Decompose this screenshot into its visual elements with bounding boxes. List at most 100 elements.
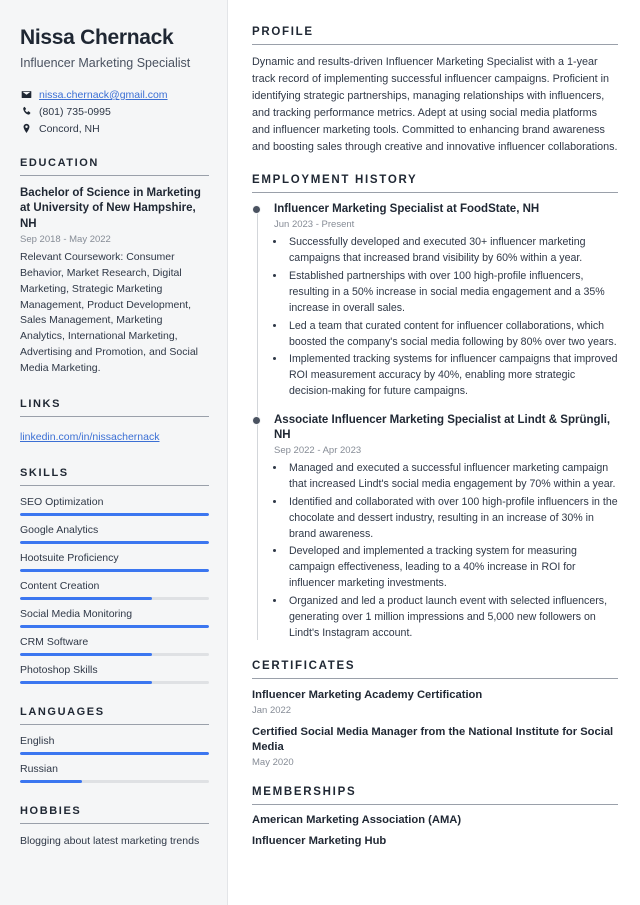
languages-list: English Russian bbox=[20, 725, 209, 784]
employment-bullet: Organized and led a product launch event… bbox=[286, 594, 618, 642]
section-employment-history: EMPLOYMENT HISTORY Influencer Marketing … bbox=[252, 174, 618, 642]
contact-phone: (801) 735-0995 bbox=[20, 106, 209, 118]
membership-item: American Marketing Association (AMA) bbox=[252, 814, 462, 827]
language-item: Russian bbox=[20, 763, 209, 784]
language-meter-fill bbox=[20, 780, 83, 784]
skill-meter-track bbox=[20, 513, 209, 517]
section-memberships: MEMBERSHIPS American Marketing Associati… bbox=[252, 786, 618, 847]
contact-email[interactable]: nissa.chernack@gmail.com bbox=[20, 89, 209, 101]
contact-list: nissa.chernack@gmail.com (801) 735-0995 … bbox=[20, 89, 209, 135]
candidate-name: Nissa Chernack bbox=[20, 26, 174, 49]
skill-label: CRM Software bbox=[20, 636, 89, 649]
skill-item: Content Creation bbox=[20, 580, 209, 601]
location-value: Concord, NH bbox=[39, 122, 100, 135]
timeline-dot-icon bbox=[252, 416, 261, 426]
certificate-title: Certified Social Media Manager from the … bbox=[252, 725, 614, 754]
skill-meter-fill bbox=[20, 653, 153, 657]
section-links: LINKS linkedin.com/in/nissachernack bbox=[20, 398, 209, 445]
skill-meter-fill bbox=[20, 681, 153, 685]
phone-value: (801) 735-0995 bbox=[39, 105, 111, 118]
section-heading-memberships: MEMBERSHIPS bbox=[252, 786, 357, 799]
section-heading-languages: LANGUAGES bbox=[20, 706, 105, 719]
main-column: PROFILE Dynamic and results-driven Influ… bbox=[228, 0, 640, 905]
skill-meter-track bbox=[20, 541, 209, 545]
skill-meter-fill bbox=[20, 569, 209, 573]
timeline-dot-icon bbox=[252, 205, 261, 215]
skill-item: Photoshop Skills bbox=[20, 664, 209, 685]
skill-item: CRM Software bbox=[20, 636, 209, 657]
profile-text: Dynamic and results-driven Influencer Ma… bbox=[252, 56, 618, 154]
certificate-date: May 2020 bbox=[252, 757, 294, 769]
resume-page: Nissa Chernack Influencer Marketing Spec… bbox=[0, 0, 640, 905]
skill-meter-fill bbox=[20, 513, 209, 517]
skill-label: Content Creation bbox=[20, 580, 100, 593]
section-languages: LANGUAGES English Russian bbox=[20, 706, 209, 784]
language-meter-fill bbox=[20, 752, 209, 756]
employment-item: Influencer Marketing Specialist at FoodS… bbox=[252, 202, 618, 400]
language-item: English bbox=[20, 735, 209, 756]
section-heading-education: EDUCATION bbox=[20, 156, 99, 169]
employment-bullet: Successfully developed and executed 30+ … bbox=[286, 235, 618, 267]
employment-role: Influencer Marketing Specialist at FoodS… bbox=[274, 203, 540, 216]
section-heading-profile: PROFILE bbox=[252, 26, 314, 38]
skill-meter-track bbox=[20, 625, 209, 629]
employment-bullet: Managed and executed a successful influe… bbox=[286, 461, 618, 493]
membership-item: Influencer Marketing Hub bbox=[252, 835, 387, 848]
candidate-job-title: Influencer Marketing Specialist bbox=[20, 56, 191, 71]
employment-item: Associate Influencer Marketing Specialis… bbox=[252, 413, 618, 642]
skill-label: Photoshop Skills bbox=[20, 664, 98, 677]
sidebar: Nissa Chernack Influencer Marketing Spec… bbox=[0, 0, 228, 905]
certificate-title: Influencer Marketing Academy Certificati… bbox=[252, 688, 483, 701]
location-pin-icon bbox=[20, 123, 32, 135]
skill-item: Hootsuite Proficiency bbox=[20, 552, 209, 573]
certificate-item: Certified Social Media Manager from the … bbox=[252, 725, 618, 768]
section-education: EDUCATION Bachelor of Science in Marketi… bbox=[20, 157, 209, 377]
email-link[interactable]: nissa.chernack@gmail.com bbox=[39, 89, 168, 101]
skill-meter-fill bbox=[20, 625, 209, 629]
employment-bullet: Established partnerships with over 100 h… bbox=[286, 269, 618, 317]
contact-location: Concord, NH bbox=[20, 123, 209, 135]
employment-bullet: Implemented tracking systems for influen… bbox=[286, 352, 618, 400]
skill-meter-track bbox=[20, 653, 209, 657]
employment-date: Sep 2022 - Apr 2023 bbox=[274, 445, 362, 456]
certificates-list: Influencer Marketing Academy Certificati… bbox=[252, 679, 618, 768]
employment-timeline: Influencer Marketing Specialist at FoodS… bbox=[252, 202, 618, 642]
section-heading-employment: EMPLOYMENT HISTORY bbox=[252, 174, 418, 187]
certificate-date: Jan 2022 bbox=[252, 704, 292, 716]
envelope-icon bbox=[20, 89, 32, 101]
employment-date: Jun 2023 - Present bbox=[274, 219, 355, 231]
skill-label: SEO Optimization bbox=[20, 496, 104, 509]
name-block: Nissa Chernack Influencer Marketing Spec… bbox=[20, 26, 209, 73]
skill-meter-track bbox=[20, 597, 209, 601]
memberships-list: American Marketing Association (AMA) Infl… bbox=[252, 805, 618, 847]
section-profile: PROFILE Dynamic and results-driven Influ… bbox=[252, 26, 618, 156]
language-label: Russian bbox=[20, 763, 58, 776]
employment-bullet: Identified and collaborated with over 10… bbox=[286, 495, 618, 543]
section-hobbies: HOBBIES Blogging about latest marketing … bbox=[20, 805, 209, 850]
certificate-item: Influencer Marketing Academy Certificati… bbox=[252, 688, 618, 716]
employment-role: Associate Influencer Marketing Specialis… bbox=[274, 414, 611, 442]
employment-bullet-list: Managed and executed a successful influe… bbox=[286, 461, 618, 642]
skill-label: Google Analytics bbox=[20, 524, 99, 537]
link-item-linkedin[interactable]: linkedin.com/in/nissachernack bbox=[20, 431, 159, 443]
skill-label: Hootsuite Proficiency bbox=[20, 552, 119, 565]
section-heading-skills: SKILLS bbox=[20, 467, 69, 480]
education-degree: Bachelor of Science in Marketing at Univ… bbox=[20, 186, 201, 230]
employment-bullet: Developed and implemented a tracking sys… bbox=[286, 544, 618, 592]
hobby-item: Blogging about latest marketing trends bbox=[20, 835, 200, 848]
section-heading-hobbies: HOBBIES bbox=[20, 805, 82, 818]
skill-meter-track bbox=[20, 681, 209, 685]
language-label: English bbox=[20, 735, 55, 748]
skill-label: Social Media Monitoring bbox=[20, 608, 133, 621]
skills-list: SEO Optimization Google Analytics Hootsuit… bbox=[20, 486, 209, 685]
section-heading-links: LINKS bbox=[20, 398, 61, 411]
employment-bullet-list: Successfully developed and executed 30+ … bbox=[286, 235, 618, 400]
skill-item: Google Analytics bbox=[20, 524, 209, 545]
skill-meter-fill bbox=[20, 541, 209, 545]
language-meter-track bbox=[20, 780, 209, 784]
section-heading-certificates: CERTIFICATES bbox=[252, 659, 356, 672]
phone-icon bbox=[20, 106, 32, 118]
education-description: Relevant Coursework: Consumer Behavior, … bbox=[20, 251, 199, 374]
education-date: Sep 2018 - May 2022 bbox=[20, 234, 111, 246]
skill-meter-track bbox=[20, 569, 209, 573]
